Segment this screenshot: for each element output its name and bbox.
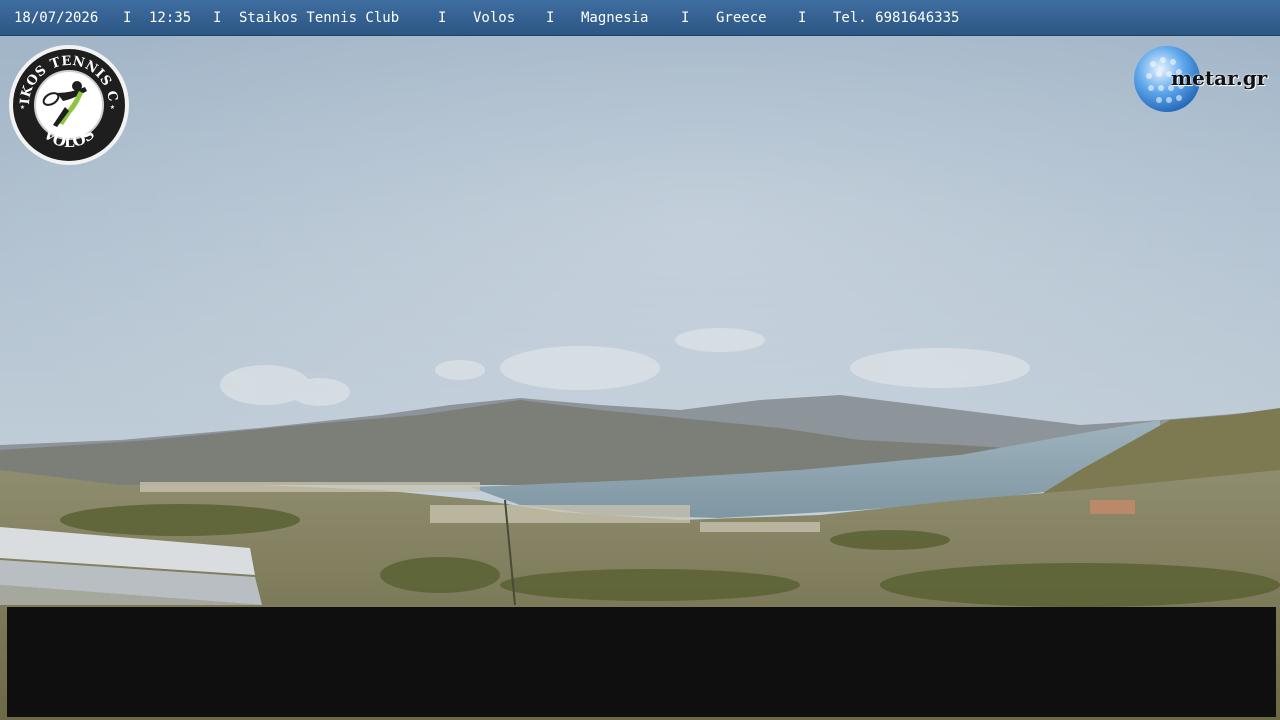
black-panel (7, 607, 1276, 717)
club-logo: STAIKOS TENNIS CLUB VOLOS ★ ★ (7, 43, 129, 165)
club-name: Staikos Tennis Club (239, 10, 400, 26)
region-text: Magnesia (581, 10, 649, 26)
country-text: Greece (716, 10, 767, 26)
separator: I (546, 10, 555, 26)
separator: I (798, 10, 807, 26)
city-text: Volos (473, 10, 516, 26)
separator: I (213, 10, 222, 26)
info-bar: 18/07/2026 I 12:35 I Staikos Tennis Club… (0, 0, 1280, 36)
separator: I (438, 10, 447, 26)
svg-text:★: ★ (110, 102, 115, 111)
time-text: 12:35 (149, 10, 192, 26)
metar-logo-text: metar.gr (1171, 66, 1268, 90)
separator: I (681, 10, 690, 26)
separator: I (123, 10, 132, 26)
date-text: 18/07/2026 (14, 10, 99, 26)
phone-text: Tel. 6981646335 (833, 10, 960, 26)
svg-text:★: ★ (20, 102, 25, 111)
